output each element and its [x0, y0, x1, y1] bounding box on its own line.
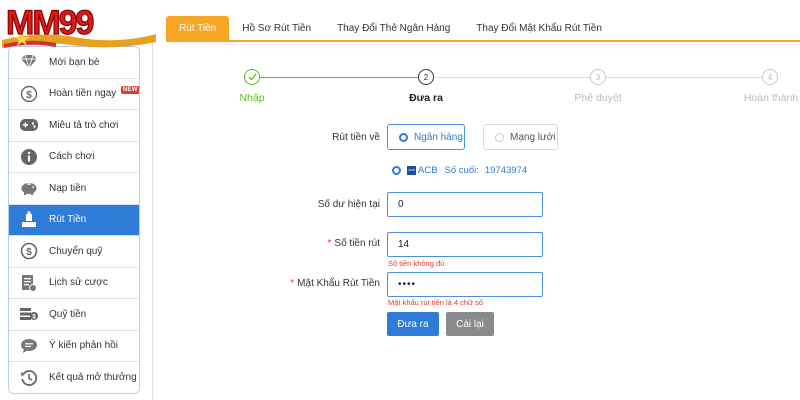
- withdraw-icon: [18, 209, 40, 231]
- submit-button[interactable]: Đưa ra: [387, 312, 439, 336]
- step-2-circle: 2: [418, 69, 434, 85]
- step-1-label: Nhập: [239, 92, 265, 104]
- required-marker: *: [290, 278, 295, 289]
- sidebar-item-label: Ý kiến phản hồi: [49, 340, 118, 352]
- sidebar-item-label: Chuyển quỹ: [49, 245, 103, 257]
- sidebar-item-label: Mời bạn bè: [49, 56, 100, 68]
- tab-change-bank-card[interactable]: Thay Đổi Thẻ Ngân Hàng: [324, 16, 463, 40]
- sidebar-item-invite-friends[interactable]: Mời bạn bè: [9, 47, 139, 79]
- step-3-label: Phê duyệt: [574, 92, 622, 104]
- required-marker: *: [327, 238, 332, 249]
- brand-logo[interactable]: MM99: [0, 0, 158, 48]
- method-bank-option[interactable]: Ngân hàng: [387, 124, 465, 150]
- tab-change-withdraw-password[interactable]: Thay Đổi Mật Khẩu Rút Tiền: [463, 16, 615, 40]
- sidebar-item-label: Cách chơi: [49, 151, 95, 163]
- sidebar-menu: Mời bạn bè $ Hoàn tiền ngay NEW Miêu tả …: [8, 46, 140, 394]
- sidebar-item-label: Miêu tả trò chơi: [49, 119, 119, 131]
- sidebar-item-wallet[interactable]: $ Quỹ tiền: [9, 299, 139, 331]
- sidebar-item-fund-transfer[interactable]: $ Chuyển quỹ: [9, 236, 139, 268]
- step-4-label: Hoàn thành: [743, 92, 799, 104]
- step-4-circle: 4: [762, 69, 778, 85]
- step-connector: [260, 77, 418, 78]
- radio-unselected-icon: [495, 132, 504, 142]
- piggy-bank-icon: [18, 177, 40, 199]
- withdraw-method-label: Rút tiền về: [332, 132, 380, 143]
- step-3-circle: 3: [590, 69, 606, 85]
- new-badge: NEW: [121, 85, 139, 94]
- coin-transfer-icon: $: [18, 240, 40, 262]
- gamepad-icon: [18, 114, 40, 136]
- chat-bubble-icon: [18, 335, 40, 357]
- sidebar-item-label: Nạp tiền: [49, 182, 87, 194]
- tab-withdraw[interactable]: Rút Tiền: [166, 16, 230, 40]
- amount-input[interactable]: [387, 232, 543, 257]
- last-digits-value: 19743974: [484, 164, 528, 176]
- svg-text:$: $: [26, 90, 32, 101]
- sidebar-item-draw-results[interactable]: Kết quả mở thưởng: [9, 362, 139, 393]
- method-network-option[interactable]: Mạng lưới: [483, 124, 558, 150]
- bank-logo-icon: ACB: [407, 165, 416, 175]
- sidebar-item-label: Rút Tiền: [49, 214, 87, 226]
- step-1-check-icon: [244, 69, 260, 85]
- step-connector: [434, 77, 590, 78]
- radio-selected-icon: [392, 165, 401, 175]
- amount-error: Số tiền không đủ: [388, 259, 445, 268]
- money-stack-icon: $: [18, 303, 40, 325]
- password-label-text: Mật Khẩu Rút Tiền: [297, 278, 380, 289]
- method-network-label: Mạng lưới: [510, 131, 556, 143]
- tab-withdraw-history[interactable]: Hồ Sơ Rút Tiền: [229, 16, 324, 40]
- sidebar-item-feedback[interactable]: Ý kiến phản hồi: [9, 330, 139, 362]
- balance-input[interactable]: [387, 192, 543, 217]
- sidebar-item-label: Hoàn tiền ngay: [49, 88, 117, 100]
- reset-button[interactable]: Cài lại: [446, 312, 494, 336]
- sidebar-item-instant-cashback[interactable]: $ Hoàn tiền ngay NEW: [9, 78, 139, 110]
- sidebar-item-label: Quỹ tiền: [49, 308, 87, 320]
- sidebar-item-label: Lịch sử cược: [49, 277, 108, 289]
- balance-label: Số dư hiện tại: [317, 199, 380, 210]
- svg-text:$: $: [26, 247, 32, 258]
- last-digits-label: Số cuối:: [444, 164, 479, 176]
- amount-label: * Số tiền rút: [328, 238, 381, 249]
- step-connector: [606, 77, 762, 78]
- amount-label-text: Số tiền rút: [334, 238, 380, 249]
- info-icon: [18, 146, 40, 168]
- password-error: Mật khẩu rút tiền là 4 chữ số: [388, 298, 484, 307]
- radio-selected-icon: [399, 132, 408, 142]
- method-bank-label: Ngân hàng: [414, 131, 463, 143]
- diamond-icon: [18, 51, 40, 73]
- sidebar-item-bet-history[interactable]: Lịch sử cược: [9, 267, 139, 299]
- svg-text:MM99: MM99: [6, 4, 94, 42]
- sidebar-item-withdraw[interactable]: Rút Tiền: [9, 204, 139, 236]
- history-clock-icon: [18, 367, 40, 389]
- password-input[interactable]: [387, 272, 543, 297]
- password-label: * Mật Khẩu Rút Tiền: [290, 278, 380, 289]
- history-doc-icon: [18, 272, 40, 294]
- step-2-label: Đưa ra: [409, 92, 443, 104]
- sidebar-item-deposit[interactable]: Nạp tiền: [9, 173, 139, 205]
- sidebar-item-how-to-play[interactable]: Cách chơi: [9, 141, 139, 173]
- withdraw-tabs: Rút Tiền Hồ Sơ Rút Tiền Thay Đổi Thẻ Ngâ…: [166, 16, 800, 42]
- cashback-icon: $: [18, 83, 40, 105]
- bank-name: ACB: [418, 164, 438, 176]
- sidebar-item-label: Kết quả mở thưởng: [49, 372, 137, 384]
- bank-account-option[interactable]: ACB ACB Số cuối: 19743974: [392, 163, 527, 177]
- sidebar-item-game-description[interactable]: Miêu tả trò chơi: [9, 110, 139, 142]
